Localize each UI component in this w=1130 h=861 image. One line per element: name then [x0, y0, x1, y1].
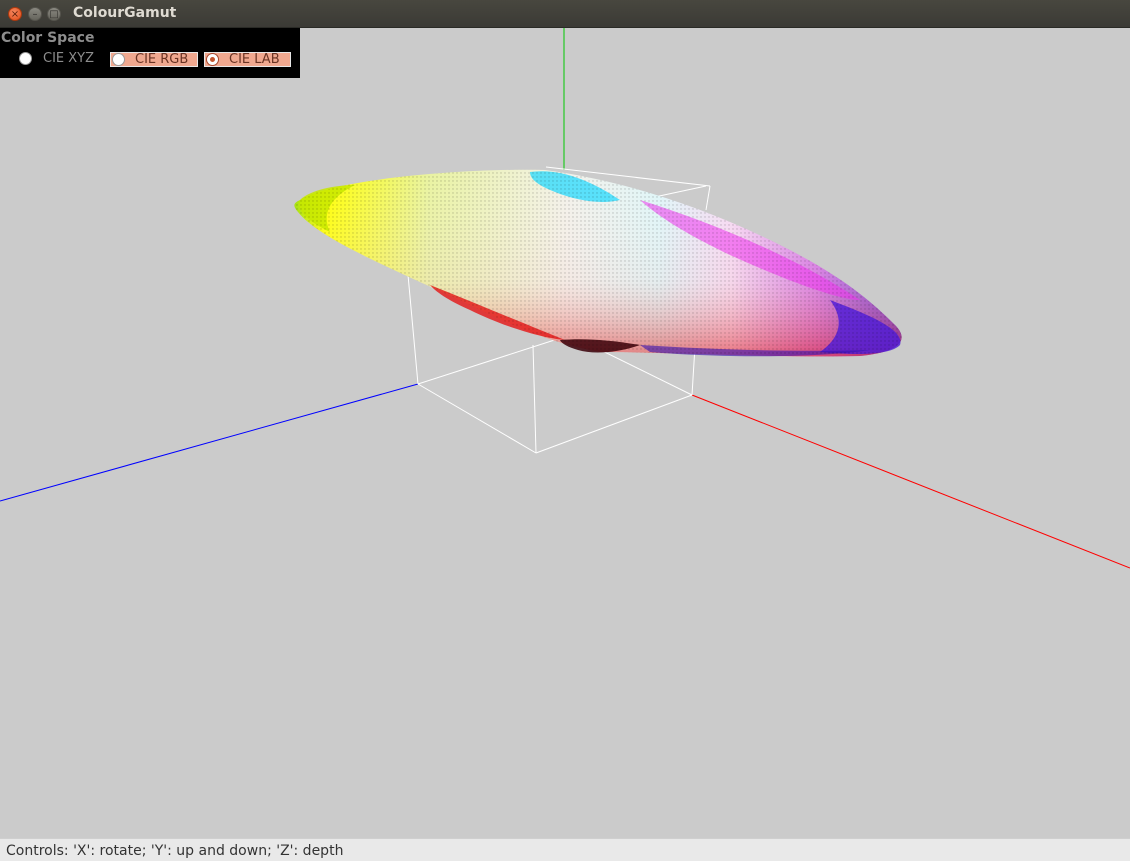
x-axis-line	[691, 394, 1130, 569]
close-icon[interactable]: ×	[8, 7, 22, 21]
lab-gamut-solid	[294, 169, 902, 357]
radio-dot-icon	[19, 52, 32, 65]
radio-cie-lab[interactable]: CIE LAB	[204, 52, 291, 67]
radio-label: CIE LAB	[229, 52, 280, 67]
radio-label: CIE RGB	[135, 52, 189, 67]
status-bar: Controls: 'X': rotate; 'Y': up and down;…	[0, 838, 1130, 861]
title-bar: × – □ ColourGamut	[0, 0, 1130, 28]
maximize-icon[interactable]: □	[47, 7, 61, 21]
radio-dot-icon	[112, 53, 125, 66]
app-window: × – □ ColourGamut Color Space CIE XYZ CI…	[0, 0, 1130, 861]
z-axis-line	[0, 383, 419, 502]
radio-selected-icon	[206, 53, 219, 66]
gamut-scene	[0, 28, 1130, 569]
window-title: ColourGamut	[73, 5, 177, 21]
radio-label: CIE XYZ	[43, 51, 95, 66]
panel-title: Color Space	[1, 30, 95, 46]
gamut-3d-viewport[interactable]	[0, 28, 1130, 838]
radio-cie-rgb[interactable]: CIE RGB	[110, 52, 198, 67]
radio-cie-xyz[interactable]: CIE XYZ	[18, 52, 106, 67]
color-space-panel: Color Space CIE XYZ CIE RGB CIE LAB	[0, 28, 300, 78]
minimize-icon[interactable]: –	[28, 7, 42, 21]
status-text: Controls: 'X': rotate; 'Y': up and down;…	[6, 843, 344, 859]
